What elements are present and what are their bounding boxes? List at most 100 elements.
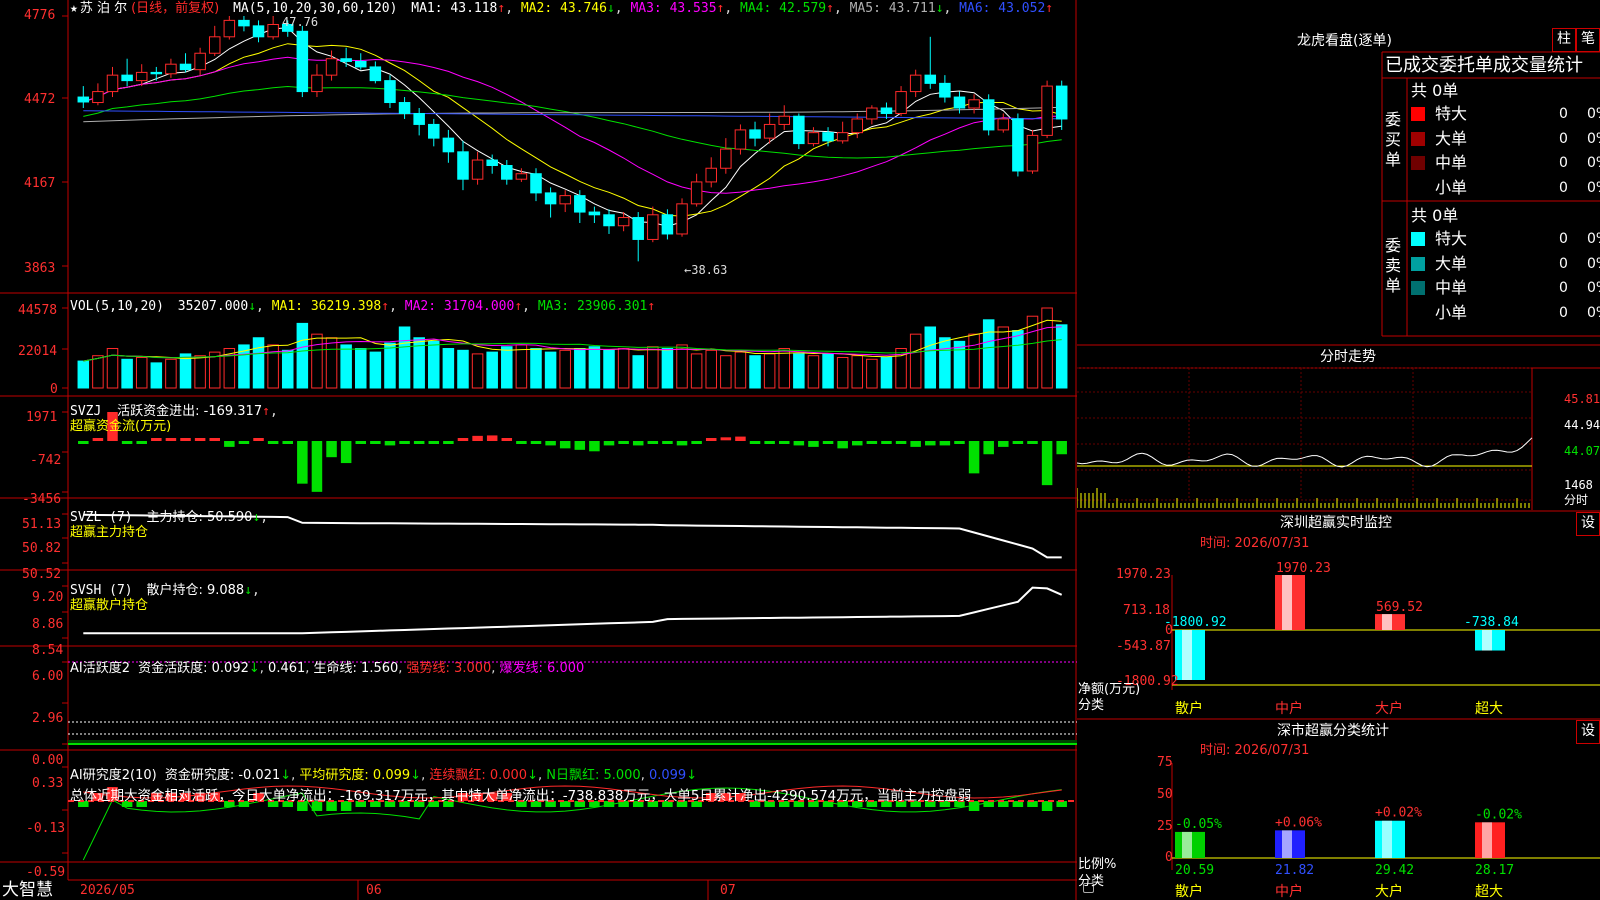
fund-flow-bar — [749, 441, 761, 444]
monitor-bar-shine — [1382, 614, 1392, 630]
fund-flow-bar — [1012, 441, 1024, 444]
monitor-tick: 1970.23 — [1116, 567, 1171, 582]
monitor-bar-value: -738.84 — [1464, 615, 1519, 630]
order-percent: 0% — [1587, 304, 1600, 321]
candle-body — [544, 192, 557, 205]
volume-bar — [1055, 324, 1068, 389]
fund-flow-bar — [676, 441, 688, 446]
fund-flow-bar — [165, 438, 177, 441]
order-stats-tab[interactable]: 已成交委托单成交量统计 — [1385, 56, 1583, 76]
fund-flow-bar — [881, 441, 892, 444]
candle-body — [179, 63, 192, 71]
volume-bar — [705, 349, 717, 389]
candle-body — [106, 74, 119, 93]
stat-tick: 50 — [1157, 787, 1173, 802]
ma-header: MA(5,10,20,30,60,120) — [233, 1, 398, 16]
vol-axis-tick: 0 — [50, 382, 58, 397]
order-row: 特大 0 0% — [1409, 229, 1600, 249]
date-label: 07 — [720, 883, 736, 898]
ai-research-axis-tick: 0.33 — [32, 776, 64, 791]
date-label: 2026/05 — [80, 883, 135, 898]
candle-body — [749, 129, 761, 139]
stat-title: 深市超赢分类统计 — [1277, 723, 1389, 739]
fund-flow-bar — [516, 441, 527, 444]
panel-title: 龙虎看盘(逐单) — [1297, 33, 1392, 49]
volume-bar — [793, 353, 805, 389]
fund-flow-bar — [983, 441, 994, 455]
app-logo: 大智慧 — [2, 880, 53, 900]
candle-body — [880, 107, 893, 114]
bar-view-button[interactable]: 柱 — [1552, 28, 1576, 52]
fund-flow-bar — [457, 438, 469, 441]
fund-flow-bar — [121, 441, 133, 444]
vol-axis-tick: 22014 — [18, 344, 58, 359]
fund-flow-bar — [618, 441, 629, 444]
volume-bar — [676, 344, 688, 389]
monitor-bar-shine — [1282, 575, 1292, 630]
candle-body — [252, 25, 265, 38]
fund-flow-bar — [180, 438, 191, 441]
volume-bar — [135, 356, 148, 389]
candle-body — [413, 112, 425, 125]
ai-research-axis-tick: -0.13 — [26, 821, 66, 836]
star-icon: ★ — [70, 1, 78, 16]
order-row: 中单 0 0% — [1409, 278, 1600, 298]
volume-bar — [647, 346, 659, 389]
volume-bar — [471, 353, 484, 389]
stat-bar-shine — [1282, 830, 1292, 858]
monitor-settings-button[interactable]: 设 — [1576, 512, 1600, 536]
buy-total: 共 0单 — [1411, 81, 1459, 100]
candle-body — [515, 173, 528, 180]
candle-body — [223, 19, 236, 38]
volume-bar — [384, 342, 396, 389]
price-header: ★ 苏 泊 尔 (日线，前复权) MA(5,10,20,30,60,120) MA1… — [70, 1, 1054, 16]
main-chart-area[interactable]: ★ 苏 泊 尔 (日线，前复权) MA(5,10,20,30,60,120) MA1… — [0, 0, 1094, 900]
tick-view-button[interactable]: 笔 — [1576, 28, 1600, 52]
candle-body — [355, 60, 367, 68]
candle-body — [778, 115, 790, 125]
fund-flow-bar — [282, 441, 293, 444]
fund-flow-bar — [501, 438, 513, 441]
ai-research-header: AI研究度2(10) 资金研究度: -0.021↓, 平均研究度: 0.099↓… — [70, 768, 698, 783]
order-percent: 0% — [1587, 106, 1600, 122]
monitor-bar-shine — [1482, 630, 1492, 651]
ma-line-2 — [83, 43, 1062, 217]
stat-settings-button[interactable]: 设 — [1576, 720, 1600, 744]
candle-body — [208, 36, 221, 54]
candle-body — [325, 58, 338, 76]
order-count: 0 — [1559, 155, 1568, 171]
fund-flow-bar — [413, 441, 425, 444]
price-axis-tick: 4472 — [24, 92, 56, 107]
svzl-sub: 超赢主力持仓 — [70, 525, 149, 540]
candle-body — [763, 123, 776, 139]
candle-body — [267, 23, 279, 38]
fund-flow-bar — [92, 438, 104, 441]
order-row: 特大 0 0% — [1409, 104, 1600, 124]
candle-body — [909, 74, 922, 93]
intraday-price-line — [1077, 437, 1533, 468]
intraday-tick: 45.81 — [1564, 392, 1600, 406]
svsh-sub: 超赢散户持仓 — [70, 598, 149, 613]
intraday-title[interactable]: 分时走势 — [1320, 350, 1376, 364]
volume-bar — [778, 348, 790, 389]
monitor-bar-shine — [1182, 630, 1192, 680]
ai-activity-header: AI活跃度2 资金活跃度: 0.092↓, 0.461, 生命线: 1.560,… — [70, 661, 585, 676]
fund-flow-bar — [399, 441, 410, 444]
fund-flow-bar — [486, 435, 498, 441]
stat-bar-shine — [1382, 820, 1392, 858]
ai-research-axis-tick: -0.59 — [26, 865, 66, 880]
volume-bar — [909, 333, 922, 389]
fund-flow-bar — [574, 441, 586, 450]
fund-flow-bar — [530, 441, 542, 444]
svsh-axis-tick: 8.54 — [32, 643, 64, 658]
monitor-unit: 净额(万元) — [1078, 682, 1141, 697]
stat-bar-shine — [1182, 831, 1192, 858]
fund-flow-bar — [778, 441, 790, 444]
stat-tick: 75 — [1157, 755, 1173, 770]
fund-flow-bar — [1056, 441, 1067, 455]
buy-side-label: 委买单 — [1385, 110, 1402, 169]
chart-canvas[interactable] — [0, 0, 1077, 900]
svzj-header: SVZJ 活跃资金进出: -169.317↑, — [70, 404, 278, 419]
fund-flow-bar — [209, 438, 220, 441]
ai-activity-axis-tick: 0.00 — [32, 753, 64, 768]
